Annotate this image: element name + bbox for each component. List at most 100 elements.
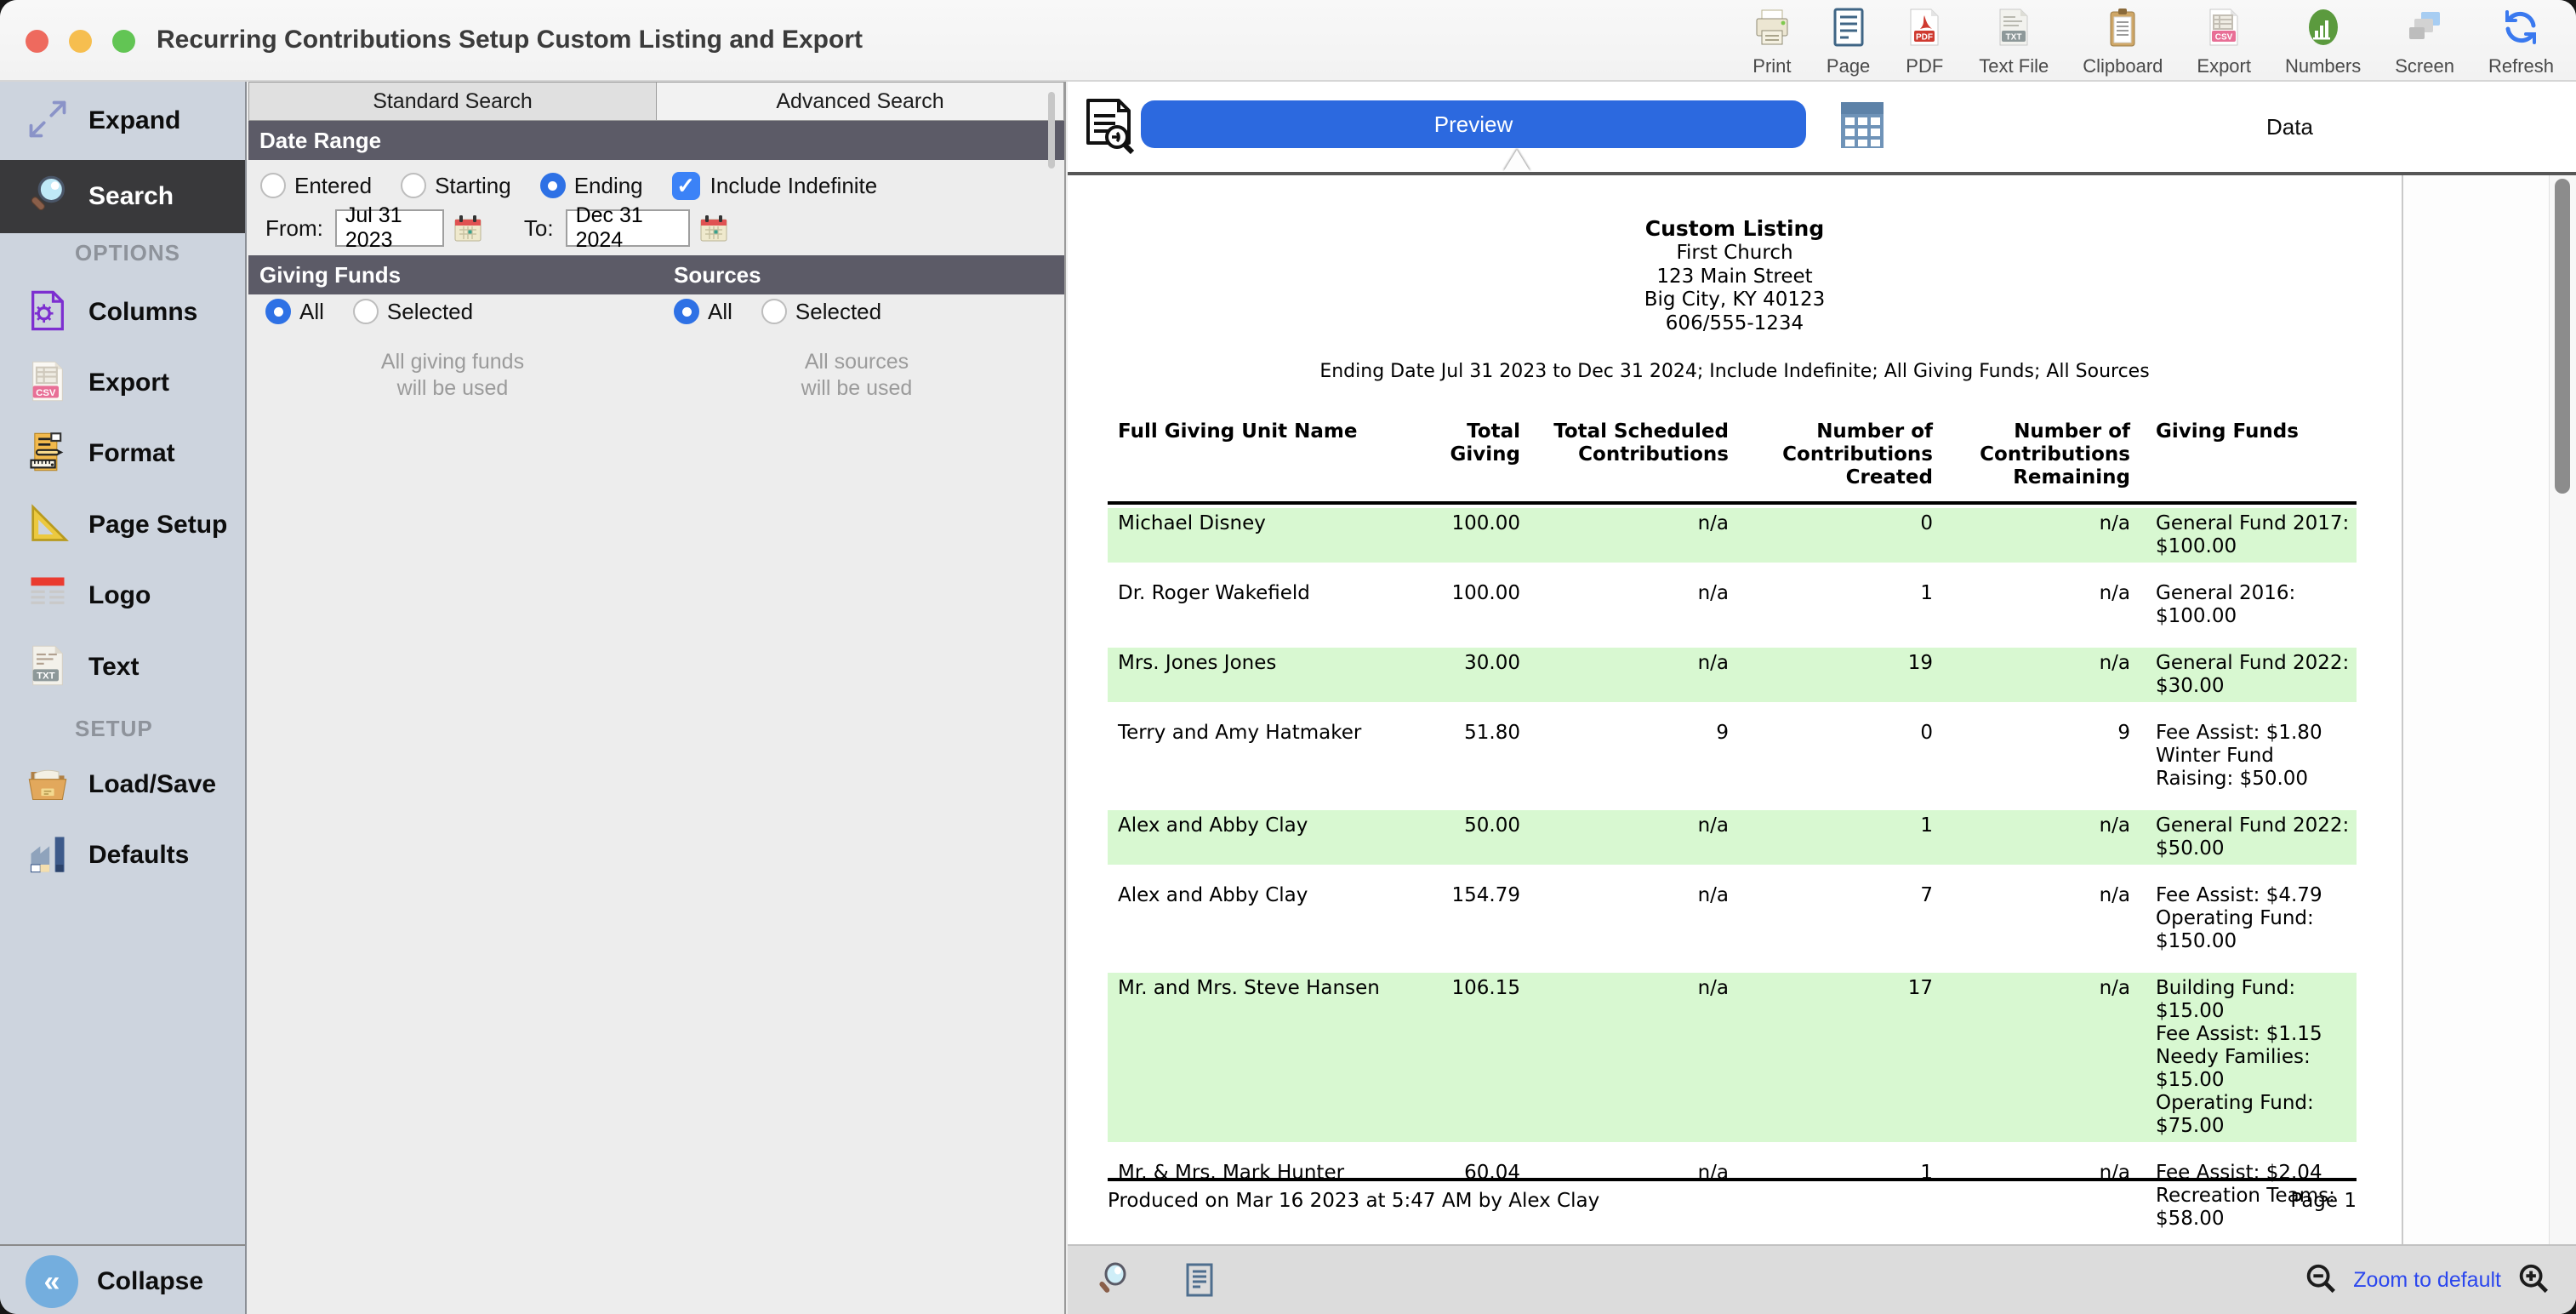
toolbar: Print Page PDF PDF TXT Text File Clipboa…	[1752, 7, 2554, 77]
window-title: Recurring Contributions Setup Custom Lis…	[157, 26, 863, 54]
toolbar-label: Clipboard	[2083, 55, 2163, 77]
radio-starting-label: Starting	[435, 173, 511, 199]
giving-funds-all-radio[interactable]	[265, 299, 291, 324]
table-row: Terry and Amy Hatmaker 51.80 9 0 9 Fee A…	[1108, 717, 2357, 795]
print-button[interactable]: Print	[1752, 7, 1792, 77]
cell-created: 17	[1729, 977, 1933, 1138]
traffic-lights	[26, 30, 135, 53]
zoom-out-icon[interactable]	[2302, 1261, 2339, 1299]
sources-all-radio[interactable]	[674, 299, 699, 324]
cell-funds: General 2016: $100.00	[2130, 582, 2357, 628]
cell-total-scheduled: n/a	[1520, 814, 1729, 860]
text-file-button[interactable]: TXT Text File	[1979, 7, 2049, 77]
export-button[interactable]: CSV Export	[2197, 7, 2251, 77]
giving-funds-selected-radio[interactable]	[353, 299, 379, 324]
clipboard-button[interactable]: Clipboard	[2083, 7, 2163, 77]
cell-funds: General Fund 2017: $100.00	[2130, 512, 2357, 558]
expand-icon	[0, 97, 70, 146]
radio-entered[interactable]	[260, 173, 286, 198]
to-calendar-icon[interactable]	[698, 213, 729, 243]
zoom-window-button[interactable]	[112, 30, 135, 53]
svg-text:PDF: PDF	[1916, 33, 1933, 43]
cell-funds: Building Fund: $15.00Fee Assist: $1.15Ne…	[2130, 977, 2357, 1138]
preview-document-magnifier-icon	[1083, 97, 1137, 157]
sidebar-item-export[interactable]: CSV Export	[0, 349, 245, 417]
to-date-input[interactable]: Dec 31 2024	[566, 209, 690, 247]
giving-funds-all-label: All	[299, 299, 324, 325]
from-label: From:	[265, 215, 323, 242]
cell-name: Michael Disney	[1108, 512, 1397, 558]
sidebar-item-columns[interactable]: Columns	[0, 278, 245, 346]
radio-ending[interactable]	[540, 173, 566, 198]
preview-scrollbar-track[interactable]	[2549, 175, 2576, 1244]
cell-total-giving: 51.80	[1397, 722, 1520, 791]
toolbar-label: Page	[1827, 55, 1870, 77]
preview-scrollbar-thumb[interactable]	[2555, 179, 2570, 494]
close-window-button[interactable]	[26, 30, 48, 53]
cell-created: 7	[1729, 884, 1933, 953]
toolbar-label: PDF	[1906, 55, 1943, 77]
from-date-input[interactable]: Jul 31 2023	[335, 209, 444, 247]
zoom-to-default-link[interactable]: Zoom to default	[2353, 1268, 2501, 1293]
search-panel-scrollbar[interactable]	[1048, 92, 1055, 169]
sources-radio-row: All Selected	[674, 296, 910, 327]
include-indefinite-checkbox[interactable]: ✓	[672, 172, 700, 200]
sidebar-item-collapse[interactable]: « Collapse	[0, 1249, 245, 1314]
table-row: Alex and Abby Clay 154.79 n/a 7 n/a Fee …	[1108, 880, 2357, 957]
refresh-button[interactable]: Refresh	[2488, 7, 2554, 77]
sidebar-item-load-save[interactable]: Load/Save	[0, 751, 245, 819]
search-tabs: Standard Search Advanced Search	[248, 82, 1064, 121]
sidebar-item-defaults[interactable]: Defaults	[0, 821, 245, 889]
tab-data[interactable]: Data	[2003, 82, 2576, 172]
column-header: Total Scheduled Contributions	[1520, 420, 1729, 489]
numbers-button[interactable]: Numbers	[2285, 7, 2361, 77]
zoom-in-icon[interactable]	[2515, 1261, 2552, 1299]
sidebar-item-expand[interactable]: Expand	[0, 82, 245, 160]
date-fields-row: From: Jul 31 2023 To: Dec 31 2024	[265, 208, 729, 249]
cell-name: Alex and Abby Clay	[1108, 814, 1397, 860]
radio-ending-label: Ending	[574, 173, 643, 199]
minimize-window-button[interactable]	[69, 30, 92, 53]
tab-preview[interactable]: Preview	[1141, 100, 1806, 148]
cell-created: 1	[1729, 582, 1933, 628]
cell-total-giving: 100.00	[1397, 512, 1520, 558]
search-icon	[0, 173, 70, 221]
fund-line: General 2016: $100.00	[2156, 582, 2357, 628]
cell-remaining: 9	[1933, 722, 2130, 791]
screen-button[interactable]: Screen	[2395, 7, 2454, 77]
fund-line: Fee Assist: $1.15	[2156, 1023, 2357, 1046]
sidebar-item-text[interactable]: TXT Text	[0, 633, 245, 701]
column-header: Giving Funds	[2130, 420, 2357, 489]
cell-name: Mrs. Jones Jones	[1108, 652, 1397, 698]
magnifier-icon[interactable]	[1093, 1260, 1132, 1300]
cell-total-giving: 154.79	[1397, 884, 1520, 953]
clipboard-icon	[2102, 7, 2143, 52]
report-org-line: 123 Main Street	[1068, 266, 2402, 289]
page-button[interactable]: Page	[1827, 7, 1870, 77]
table-row: Alex and Abby Clay 50.00 n/a 1 n/a Gener…	[1108, 810, 2357, 865]
document-icon[interactable]	[1180, 1260, 1219, 1300]
sidebar-item-label: Page Setup	[88, 511, 227, 540]
sidebar-item-logo[interactable]: Logo	[0, 562, 245, 630]
cell-remaining: n/a	[1933, 652, 2130, 698]
from-calendar-icon[interactable]	[453, 213, 483, 243]
tab-standard-search[interactable]: Standard Search	[248, 82, 657, 121]
sidebar-item-search[interactable]: Search	[0, 160, 245, 233]
svg-text:TXT: TXT	[2006, 33, 2022, 43]
export-csv-icon: CSV	[2203, 7, 2244, 52]
toolbar-label: Numbers	[2285, 55, 2361, 77]
pdf-button[interactable]: PDF PDF	[1904, 7, 1945, 77]
columns-icon	[0, 289, 70, 337]
radio-starting[interactable]	[401, 173, 426, 198]
date-range-header: Date Range	[248, 121, 1064, 160]
sidebar-item-label: Collapse	[97, 1267, 203, 1296]
sidebar-item-format[interactable]: Format	[0, 420, 245, 488]
cell-remaining: n/a	[1933, 977, 2130, 1138]
sidebar-item-page-setup[interactable]: Page Setup	[0, 491, 245, 559]
sidebar-options-header: OPTIONS	[75, 240, 180, 266]
preview-panel: Preview Data Custom Listing First Church…	[1068, 82, 2576, 1314]
tab-advanced-search[interactable]: Advanced Search	[657, 82, 1064, 121]
sources-selected-radio[interactable]	[761, 299, 787, 324]
table-header-row: Full Giving Unit Name Total Giving Total…	[1108, 420, 2357, 489]
txt-file-icon: TXT	[0, 643, 70, 692]
